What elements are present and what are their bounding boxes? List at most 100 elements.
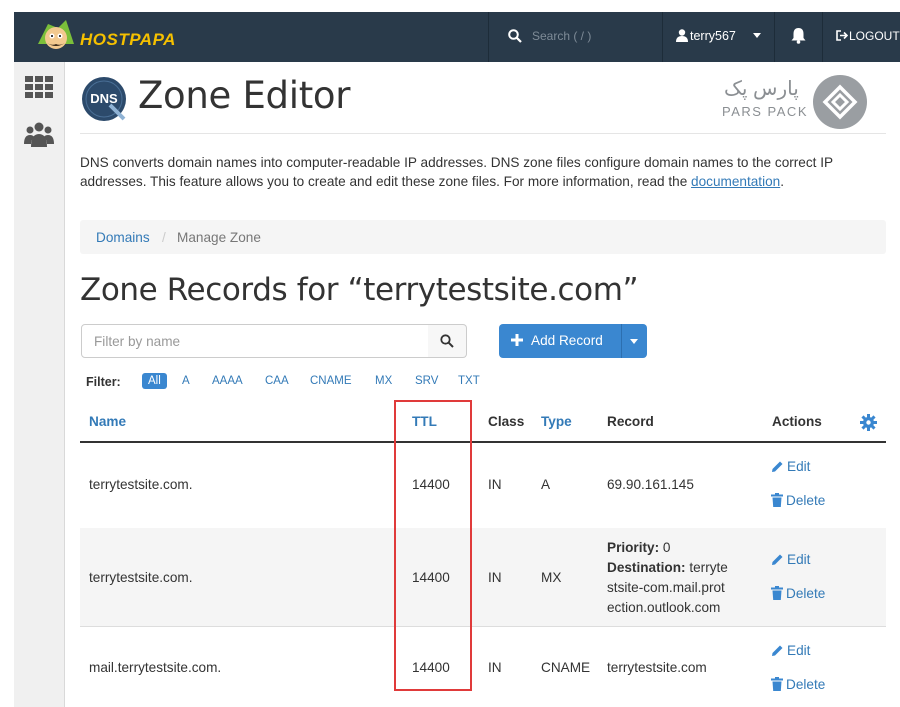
destination-value-3: ection.outlook.com	[607, 600, 721, 615]
hostpapa-logo[interactable]: HOSTPAPA	[36, 18, 175, 56]
dns-logo: DNS	[80, 75, 128, 123]
column-header-record: Record	[607, 414, 654, 429]
filter-search-button[interactable]	[428, 324, 467, 358]
gear-icon[interactable]	[860, 414, 877, 431]
breadcrumb-current: Manage Zone	[177, 230, 261, 245]
watermark-persian-text: پارس پک	[724, 78, 799, 100]
trash-icon	[771, 677, 783, 691]
papa-mascot-icon	[38, 20, 74, 49]
column-header-class: Class	[488, 414, 525, 429]
delete-label: Delete	[786, 677, 826, 692]
column-header-name[interactable]: Name	[89, 414, 126, 429]
column-header-actions: Actions	[772, 414, 822, 429]
breadcrumb: Domains / Manage Zone	[80, 220, 886, 254]
user-menu[interactable]: terry567	[662, 12, 774, 62]
filter-label: Filter:	[86, 375, 121, 389]
users-group-icon[interactable]	[24, 120, 54, 150]
filter-type-caa[interactable]: CAA	[265, 375, 289, 387]
page-description: DNS converts domain names into computer-…	[80, 153, 892, 191]
brand-name: HOSTPAPA	[80, 30, 176, 49]
left-sidebar	[14, 62, 65, 707]
record-name: mail.terrytestsite.com.	[89, 660, 222, 675]
app-grid-icon[interactable]	[25, 76, 53, 98]
logout-label: LOGOUT	[849, 29, 900, 43]
priority-value: 0	[662, 540, 671, 555]
delete-record-link[interactable]: Delete	[771, 493, 825, 508]
filter-by-name-input[interactable]: Filter by name	[81, 324, 429, 358]
pencil-icon	[772, 461, 783, 472]
filter-type-srv[interactable]: SRV	[415, 375, 438, 387]
record-value: terrytestsite.com	[607, 660, 707, 675]
table-row: mail.terrytestsite.com. 14400 IN CNAME t…	[80, 626, 886, 706]
record-value: Priority: 0 Destination: terryte stsite-…	[607, 538, 752, 618]
user-icon	[676, 29, 688, 42]
record-type: A	[541, 477, 551, 492]
add-record-button[interactable]: Add Record	[499, 324, 621, 358]
search-icon	[508, 29, 522, 43]
filter-type-all[interactable]: All	[142, 373, 167, 389]
search-input[interactable]: Search ( / )	[532, 29, 591, 43]
caret-down-icon	[753, 33, 761, 38]
delete-record-link[interactable]: Delete	[771, 677, 825, 692]
destination-label: Destination:	[607, 560, 686, 575]
destination-value-2: stsite-com.mail.prot	[607, 580, 725, 595]
filter-type-mx[interactable]: MX	[375, 375, 392, 387]
search-icon	[440, 334, 454, 348]
add-record-dropdown-toggle[interactable]	[621, 324, 647, 358]
edit-label: Edit	[787, 552, 811, 567]
filter-type-txt[interactable]: TXT	[458, 375, 480, 387]
destination-value-1: terryte	[689, 560, 728, 575]
delete-label: Delete	[786, 493, 826, 508]
pars-pack-logo-icon	[813, 75, 867, 129]
priority-label: Priority:	[607, 540, 660, 555]
table-row: terrytestsite.com. 14400 IN A 69.90.161.…	[80, 443, 886, 529]
plus-icon	[511, 334, 523, 346]
dns-icon: DNS	[82, 77, 126, 121]
pencil-icon	[772, 554, 783, 565]
pars-pack-watermark: پارس پک PARS PACK	[716, 74, 872, 130]
trash-icon	[771, 586, 783, 600]
logout-button[interactable]: LOGOUT	[822, 12, 900, 62]
pencil-icon	[772, 645, 783, 656]
record-name: terrytestsite.com.	[89, 570, 193, 585]
username: terry567	[690, 29, 736, 43]
record-name: terrytestsite.com.	[89, 477, 193, 492]
zone-records-heading: Zone Records for “terrytestsite.com”	[80, 272, 639, 308]
record-type: CNAME	[541, 660, 591, 675]
notifications-button[interactable]	[774, 12, 822, 62]
bell-icon	[791, 28, 806, 44]
record-class: IN	[488, 570, 502, 585]
title-divider	[80, 133, 886, 134]
add-record-label: Add Record	[531, 333, 603, 348]
filter-placeholder: Filter by name	[94, 334, 181, 349]
ttl-column-highlight	[394, 400, 472, 691]
table-row: terrytestsite.com. 14400 IN MX Priority:…	[80, 528, 886, 627]
watermark-english-text: PARS PACK	[722, 104, 808, 119]
description-end: .	[780, 174, 785, 189]
record-class: IN	[488, 660, 502, 675]
delete-label: Delete	[786, 586, 826, 601]
record-class: IN	[488, 477, 502, 492]
filter-type-aaaa[interactable]: AAAA	[212, 375, 243, 387]
top-navbar: HOSTPAPA Search ( / ) terry567 LOGOUT	[14, 12, 900, 62]
column-header-type[interactable]: Type	[541, 414, 572, 429]
edit-record-link[interactable]: Edit	[771, 552, 810, 567]
page-title: Zone Editor	[138, 74, 351, 117]
caret-down-icon	[630, 339, 638, 344]
record-type: MX	[541, 570, 562, 585]
record-value: 69.90.161.145	[607, 477, 694, 492]
delete-record-link[interactable]: Delete	[771, 586, 825, 601]
edit-label: Edit	[787, 643, 811, 658]
edit-record-link[interactable]: Edit	[771, 643, 810, 658]
breadcrumb-separator: /	[162, 230, 166, 245]
trash-icon	[771, 493, 783, 507]
global-search[interactable]: Search ( / )	[488, 12, 662, 62]
edit-record-link[interactable]: Edit	[771, 459, 810, 474]
filter-type-a[interactable]: A	[182, 375, 190, 387]
dns-badge-text: DNS	[90, 91, 118, 106]
logout-icon	[836, 30, 848, 41]
documentation-link[interactable]: documentation	[691, 174, 780, 189]
filter-type-cname[interactable]: CNAME	[310, 375, 352, 387]
edit-label: Edit	[787, 459, 811, 474]
breadcrumb-domains-link[interactable]: Domains	[96, 230, 150, 245]
